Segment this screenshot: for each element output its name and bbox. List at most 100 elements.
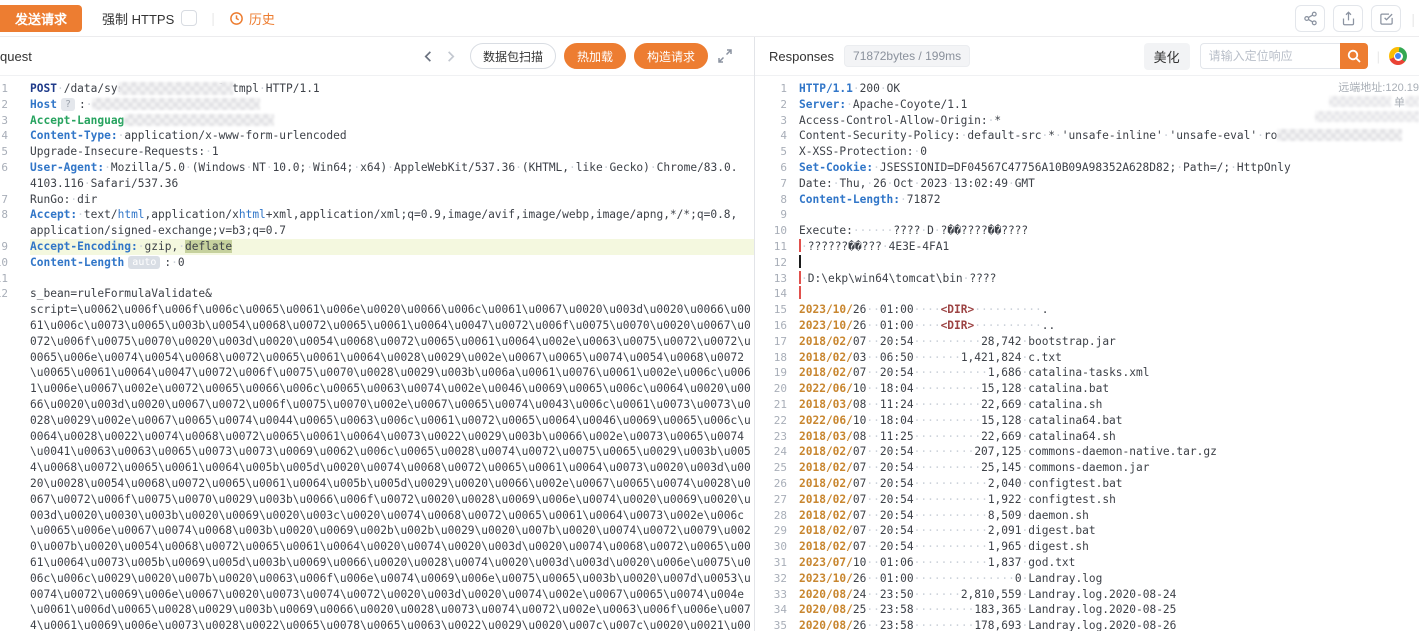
line-content: Upgrade-Insecure-Requests:·1 (30, 144, 754, 160)
code-line: 9 (755, 207, 1419, 223)
line-number: 15 (755, 302, 787, 318)
hot-reload-button[interactable]: 热加载 (564, 43, 626, 69)
share-icon (1303, 11, 1318, 26)
redacted-mosaic (1315, 111, 1419, 122)
line-content: RunGo:·dir (30, 192, 754, 208)
line-number: 33 (755, 587, 787, 603)
line-number: 9 (755, 207, 787, 223)
line-number: 6 (755, 160, 787, 176)
line-content: User-Agent:·Mozilla/5.0·(Windows·NT·10.0… (30, 160, 754, 176)
next-request-button[interactable] (440, 45, 462, 67)
code-line: 2Host?:· (0, 97, 754, 113)
line-number: 7 (755, 176, 787, 192)
code-line: 5X-XSS-Protection:·0 (755, 144, 1419, 160)
line-number: 25 (755, 460, 787, 476)
line-number: 9 (0, 239, 8, 255)
packet-scan-button[interactable]: 数据包扫描 (470, 43, 556, 69)
response-panel: Responses 71872bytes / 199ms 美化 | 远端地址:1… (755, 37, 1419, 631)
line-content: 2020/08/24··23:50·······2,810,559·Landra… (799, 587, 1419, 603)
open-in-browser-icon[interactable] (1389, 47, 1407, 65)
line-number: 17 (755, 334, 787, 350)
code-line: 10 Execute:······????·D·?��????��???? (755, 223, 1419, 239)
line-content: 4103.116·Safari/537.36 (30, 176, 754, 192)
line-number: 4 (0, 128, 8, 144)
line-content: 2020/08/25··23:58·········183,365·Landra… (799, 602, 1419, 618)
code-line: 202022/06/10··18:04··········15,128·cata… (755, 381, 1419, 397)
code-line: 4103.116·Safari/537.36 (0, 176, 754, 192)
line-content: 2023/10/26··01:00···············0·Landra… (799, 571, 1419, 587)
code-line: application/signed-exchange;v=b3;q=0.7 (0, 223, 754, 239)
chevron-left-icon (422, 50, 435, 63)
line-number: 3 (0, 113, 8, 129)
redacted-mosaic (124, 114, 274, 126)
code-line: 222022/06/10··18:04··········15,128·cata… (755, 413, 1419, 429)
line-content: Execute:······????·D·?��????��???? (799, 223, 1419, 239)
line-content: 2018/02/07··20:54·········207,125·common… (799, 444, 1419, 460)
line-number (0, 176, 8, 192)
code-line: 162023/10/26··01:00····<DIR>··········.. (755, 318, 1419, 334)
toolbar-divider: | (211, 10, 215, 26)
beautify-button[interactable]: 美化 (1144, 43, 1190, 70)
prev-request-button[interactable] (418, 45, 440, 67)
request-panel-title: quest (0, 49, 32, 64)
line-number: 11 (755, 239, 787, 255)
line-content: 2023/10/26··01:00····<DIR>··········.. (799, 318, 1419, 334)
code-line: 172018/02/07··20:54··········28,742·boot… (755, 334, 1419, 350)
fullscreen-button[interactable] (718, 49, 732, 63)
code-line: 10Content-Lengthauto:·0 (0, 255, 754, 271)
line-number: 10 (755, 223, 787, 239)
line-content: 2020/08/26··23:58·········178,693·Landra… (799, 618, 1419, 631)
request-editor[interactable]: 1POST·/data/sys-common/treexml.tmpl·HTTP… (0, 76, 754, 631)
response-search-input[interactable] (1200, 43, 1340, 69)
code-line: 4Content-Type:·application/x-www-form-ur… (0, 128, 754, 144)
share-button[interactable] (1295, 5, 1325, 32)
code-line: 6 Set-Cookie:·JSESSIONID=DF04567C47756A10… (755, 160, 1419, 176)
line-number: 12 (0, 286, 8, 302)
construct-request-button[interactable]: 构造请求 (634, 43, 708, 69)
code-line: 5 Upgrade-Insecure-Requests:·1 (0, 144, 754, 160)
line-content: application/signed-exchange;v=b3;q=0.7 (30, 223, 754, 239)
toolbar-right-divider: | (1411, 11, 1415, 27)
task-check-button[interactable] (1371, 5, 1401, 32)
line-content: 2018/02/07··20:54··········25,145·common… (799, 460, 1419, 476)
response-viewer[interactable]: 远端地址:120.19 单 1HTTP/1.1·200·OK2Server:·A… (755, 76, 1419, 631)
line-number: 29 (755, 523, 787, 539)
history-button[interactable]: 历史 (229, 9, 275, 28)
line-number: 22 (755, 413, 787, 429)
code-line: 4Content-Security-Policy:·default-src·*·… (755, 128, 1419, 144)
auto-badge: auto (128, 256, 160, 269)
export-button[interactable] (1333, 5, 1363, 32)
send-request-button[interactable]: 发送请求 (0, 5, 82, 32)
code-line: 13·D:\ekp\win64\tomcat\bin·???? (755, 271, 1419, 287)
expand-icon (718, 49, 732, 63)
line-content (799, 286, 1419, 302)
line-content: POST·/data/sys-common/treexml.tmpl·HTTP/… (30, 81, 754, 97)
line-number: 5 (0, 144, 8, 160)
line-content: 2018/02/07··20:54···········2,040·config… (799, 476, 1419, 492)
line-number: 24 (755, 444, 787, 460)
response-search-button[interactable] (1340, 43, 1368, 69)
code-line: 282018/02/07··20:54···········8,509·daem… (755, 508, 1419, 524)
force-https-option: 强制 HTTPS (102, 9, 197, 28)
line-content: 2023/07/10··01:06···········1,837·god.tx… (799, 555, 1419, 571)
history-clock-icon (229, 11, 244, 26)
code-line: 232018/03/08··11:25··········22,669·cata… (755, 429, 1419, 445)
line-content: Set-Cookie:·JSESSIONID=DF04567C47756A10B… (799, 160, 1419, 176)
help-badge: ? (61, 98, 75, 111)
line-number: 7 (0, 192, 8, 208)
remote-address-overlay: 远端地址:120.19 单 (1315, 81, 1419, 126)
code-line: 8Accept:·text/html,application/xhtml+xml… (0, 207, 754, 223)
force-https-checkbox[interactable] (181, 10, 197, 26)
line-number: 28 (755, 508, 787, 524)
code-line: 352020/08/26··23:58·········178,693·Land… (755, 618, 1419, 631)
line-content: 2022/06/10··18:04··········15,128·catali… (799, 381, 1419, 397)
code-line: 212018/03/08··11:24··········22,669·cata… (755, 397, 1419, 413)
code-line: 342020/08/25··23:58·········183,365·Land… (755, 602, 1419, 618)
code-line: 14 (755, 286, 1419, 302)
code-line: 33 2020/08/24··23:50·······2,810,559·Land… (755, 587, 1419, 603)
code-line: 272018/02/07··20:54···········1,922·conf… (755, 492, 1419, 508)
redacted-mosaic (1405, 96, 1419, 107)
header-divider: | (1377, 49, 1380, 64)
history-label: 历史 (249, 9, 275, 28)
line-number: 10 (0, 255, 8, 271)
